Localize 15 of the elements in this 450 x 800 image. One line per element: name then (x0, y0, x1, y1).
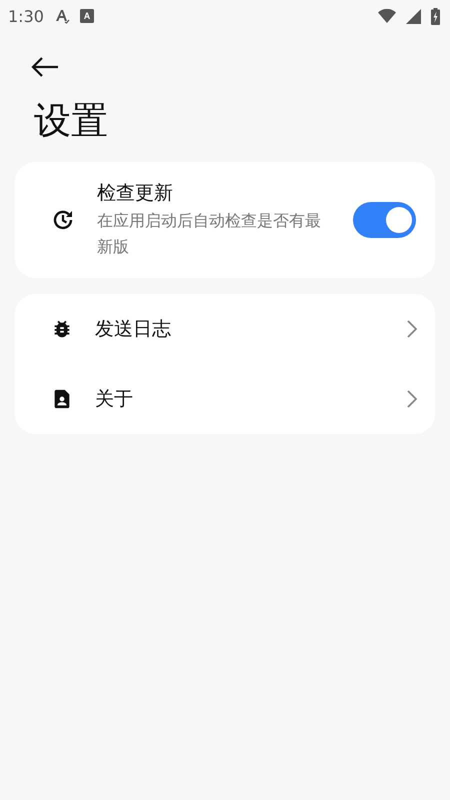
wifi-icon (378, 9, 396, 23)
status-time: 1:30 (8, 6, 44, 26)
chevron-icon (407, 390, 417, 408)
signal-icon (406, 8, 421, 24)
font-icon (54, 8, 70, 24)
setting-description: 在应用启动后自动检查是否有最新版 (97, 210, 322, 258)
toggle-switch[interactable] (353, 202, 416, 238)
menu-item[interactable]: 发送日志 (15, 294, 435, 364)
history-icon (51, 208, 75, 232)
menu-item[interactable]: 关于 (15, 364, 435, 434)
setting-title: 检查更新 (97, 181, 174, 206)
keyboard-a-icon (80, 9, 94, 23)
chevron-icon (407, 320, 417, 338)
page-title: 设置 (34, 98, 109, 144)
battery-icon (431, 8, 440, 24)
